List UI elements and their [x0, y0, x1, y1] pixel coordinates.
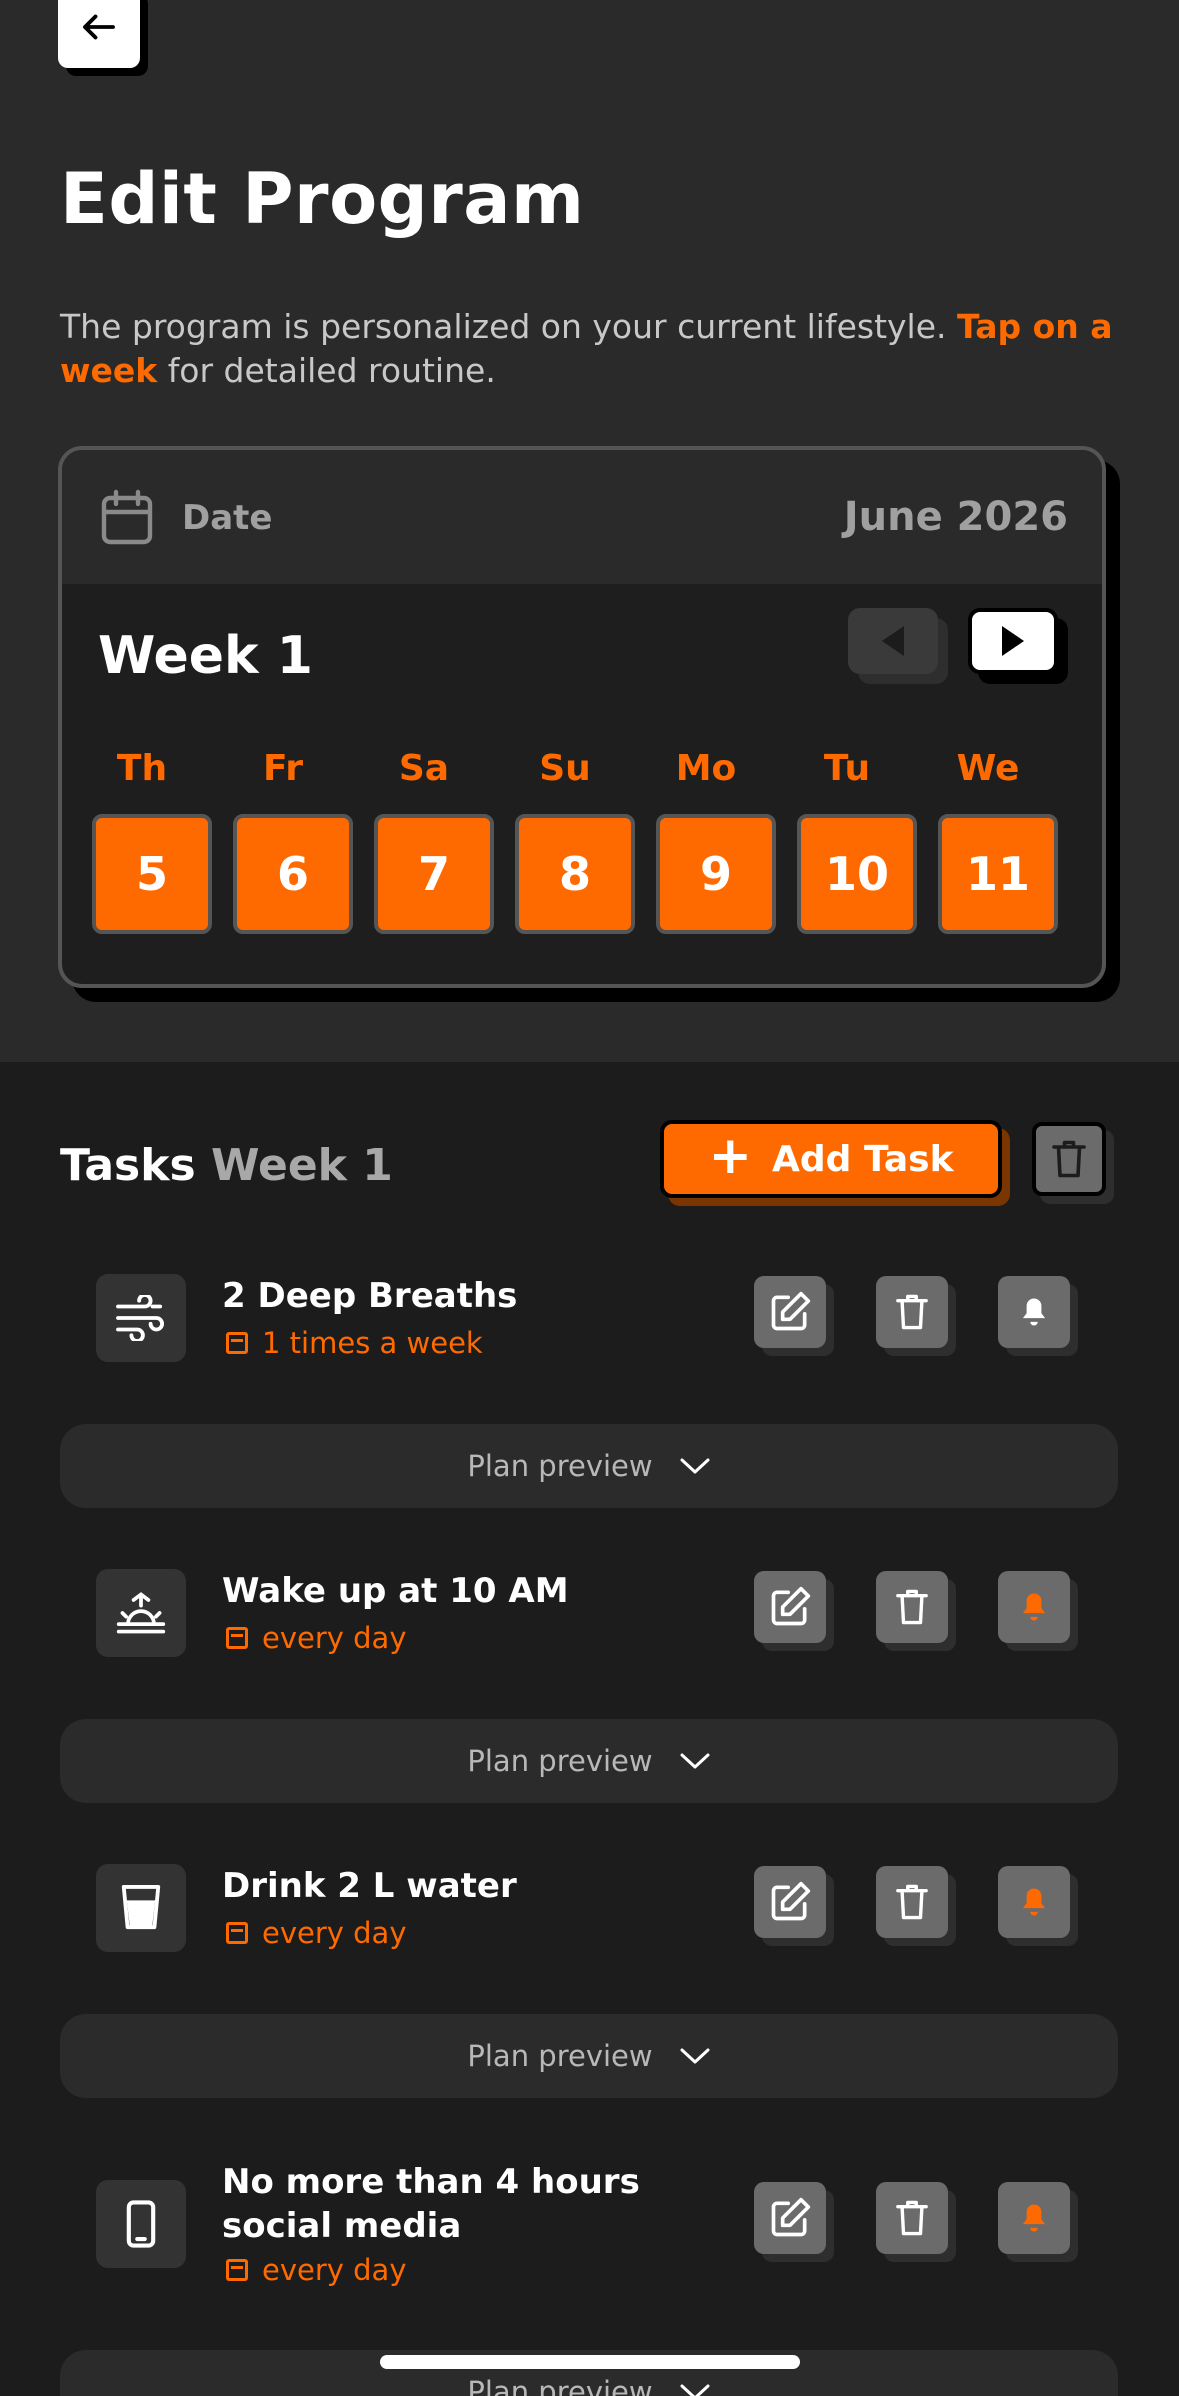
day-button[interactable]: 8: [515, 814, 635, 934]
tasks-title-label: Tasks: [60, 1140, 196, 1191]
add-task-label: Add Task: [772, 1138, 954, 1180]
day-button[interactable]: 10: [797, 814, 917, 934]
reminder-button[interactable]: [998, 2182, 1070, 2254]
task-name: Wake up at 10 AM: [222, 1571, 569, 1611]
trash-icon: [896, 1294, 928, 1330]
glass-icon: [121, 1885, 161, 1930]
page-title: Edit Program: [60, 158, 585, 240]
reminder-button[interactable]: [998, 1571, 1070, 1643]
delete-task-button[interactable]: [876, 1866, 948, 1938]
date-label: Date: [182, 498, 273, 538]
page-subtitle: The program is personalized on your curr…: [60, 305, 1120, 393]
day-button[interactable]: 9: [656, 814, 776, 934]
date-card: Date June 2026 Week 1 Th Fr Sa Su Mo Tu …: [58, 446, 1106, 988]
day-name: Fr: [262, 748, 304, 789]
trash-icon: [896, 1589, 928, 1625]
task-name: Drink 2 L water: [222, 1866, 517, 1906]
edit-task-button[interactable]: [754, 2182, 826, 2254]
day-button[interactable]: 11: [938, 814, 1058, 934]
bell-icon: [1022, 1298, 1046, 1326]
task-frequency: every day: [226, 1621, 407, 1655]
task-icon: [96, 2180, 186, 2268]
caret-left-icon: [882, 626, 904, 656]
task-icon: [96, 1569, 186, 1657]
day-name: Sa: [398, 748, 450, 789]
calendar-icon: [226, 1332, 248, 1354]
edit-icon: [771, 1881, 811, 1921]
bell-icon: [1022, 1593, 1046, 1621]
delete-task-button[interactable]: [876, 1276, 948, 1348]
calendar-icon: [226, 1922, 248, 1944]
day-name: Mo: [675, 748, 737, 789]
chevron-down-icon: [680, 1753, 710, 1769]
subtitle-tail: for detailed routine.: [157, 351, 496, 390]
day-button[interactable]: 6: [233, 814, 353, 934]
chevron-down-icon: [680, 1458, 710, 1474]
task-frequency: every day: [226, 1916, 407, 1950]
trash-icon: [896, 1884, 928, 1920]
home-indicator: [380, 2355, 800, 2369]
subtitle-text: The program is personalized on your curr…: [60, 307, 957, 346]
date-header: Date June 2026: [62, 450, 1102, 584]
day-button[interactable]: 7: [374, 814, 494, 934]
chevron-down-icon: [680, 2048, 710, 2064]
plan-preview-label: Plan preview: [467, 2039, 653, 2073]
calendar-icon: [226, 1627, 248, 1649]
day-name: Th: [116, 748, 168, 789]
trash-icon: [896, 2200, 928, 2236]
delete-task-button[interactable]: [876, 1571, 948, 1643]
wind-icon: [116, 1295, 164, 1341]
phone-icon: [126, 2200, 156, 2248]
month-label: June 2026: [843, 494, 1068, 540]
add-task-button[interactable]: + Add Task: [660, 1120, 1002, 1198]
edit-icon: [771, 1586, 811, 1626]
bell-icon: [1022, 1888, 1046, 1916]
day-name: Tu: [823, 748, 871, 789]
task-frequency-text: every day: [262, 1916, 407, 1950]
calendar-icon: [101, 489, 153, 545]
plan-preview-label: Plan preview: [467, 1744, 653, 1778]
trash-icon: [1052, 1140, 1086, 1178]
reminder-button[interactable]: [998, 1276, 1070, 1348]
task-frequency: 1 times a week: [226, 1326, 483, 1360]
edit-icon: [771, 2197, 811, 2237]
week-title: Week 1: [98, 626, 313, 686]
day-name: We: [956, 748, 1020, 789]
task-frequency-text: 1 times a week: [262, 1326, 483, 1360]
bell-icon: [1022, 2204, 1046, 2232]
edit-task-button[interactable]: [754, 1276, 826, 1348]
edit-task-button[interactable]: [754, 1866, 826, 1938]
reminder-button[interactable]: [998, 1866, 1070, 1938]
sunrise-icon: [116, 1592, 166, 1634]
task-icon: [96, 1274, 186, 1362]
plan-preview-button[interactable]: Plan preview: [60, 2014, 1118, 2098]
edit-icon: [771, 1291, 811, 1331]
task-frequency-text: every day: [262, 1621, 407, 1655]
task-icon: [96, 1864, 186, 1952]
prev-week-button[interactable]: [848, 608, 938, 674]
plan-preview-label: Plan preview: [467, 1449, 653, 1483]
back-button[interactable]: [58, 0, 140, 68]
delete-all-button[interactable]: [1032, 1122, 1106, 1196]
day-button[interactable]: 5: [92, 814, 212, 934]
plan-preview-label: Plan preview: [467, 2375, 653, 2396]
delete-task-button[interactable]: [876, 2182, 948, 2254]
task-frequency: every day: [226, 2253, 407, 2287]
plan-preview-button[interactable]: Plan preview: [60, 1719, 1118, 1803]
arrow-left-icon: [83, 14, 115, 40]
task-name-line2: social media: [222, 2206, 462, 2246]
plus-icon: +: [708, 1126, 753, 1186]
calendar-icon: [226, 2259, 248, 2281]
caret-right-icon: [1002, 626, 1024, 656]
edit-task-button[interactable]: [754, 1571, 826, 1643]
tasks-title-week: Week 1: [211, 1140, 393, 1191]
day-name: Su: [539, 748, 591, 789]
chevron-down-icon: [680, 2384, 710, 2396]
tasks-title: Tasks Week 1: [60, 1140, 393, 1191]
task-name: 2 Deep Breaths: [222, 1276, 518, 1316]
next-week-button[interactable]: [968, 608, 1058, 674]
task-frequency-text: every day: [262, 2253, 407, 2287]
plan-preview-button[interactable]: Plan preview: [60, 1424, 1118, 1508]
task-name: No more than 4 hours: [222, 2162, 640, 2202]
